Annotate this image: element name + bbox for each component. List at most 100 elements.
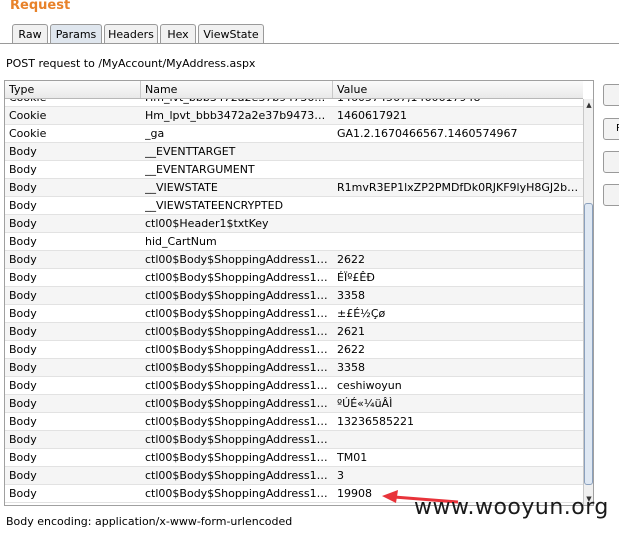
cell-value: ÉÏº£ÊÐ — [337, 271, 375, 284]
tab-divider — [0, 43, 619, 44]
table-row[interactable]: Cookie Hm_lvt_bbb3472a2e37b94736cc9... 146… — [5, 99, 583, 107]
side-button-4[interactable] — [603, 184, 619, 206]
watermark: www.wooyun.org — [414, 495, 609, 520]
table-row[interactable]: Body ctl00$Body$ShoppingAddress1$hd... ±£É… — [5, 305, 583, 323]
table-row[interactable]: Body ctl00$Body$ShoppingAddress1$txt... ce… — [5, 377, 583, 395]
table-row[interactable]: Body ctl00$Body$ShoppingAddress1$txt... 13… — [5, 413, 583, 431]
cell-type: Body — [9, 307, 37, 320]
cell-type: Body — [9, 181, 37, 194]
cell-name: ctl00$Header1$txtKey — [145, 217, 269, 230]
cell-value: ±£É½Çø — [337, 307, 386, 320]
side-button-2[interactable]: P — [603, 118, 619, 140]
table-row[interactable]: Body ctl00$Header1$txtKey — [5, 215, 583, 233]
cell-type: Body — [9, 217, 37, 230]
table-body: Cookie Hm_lvt_bbb3472a2e37b94736cc9... 146… — [5, 99, 583, 505]
tab-headers[interactable]: Headers — [104, 24, 158, 43]
cell-type: Body — [9, 145, 37, 158]
cell-type: Body — [9, 289, 37, 302]
cell-value: 13236585221 — [337, 415, 414, 428]
side-button-3[interactable] — [603, 151, 619, 173]
cell-value: 3 — [337, 469, 344, 482]
cell-value: ceshiwoyun — [337, 379, 402, 392]
cell-name: ctl00$Body$ShoppingAddress1$hd... — [145, 271, 331, 284]
cell-name: __VIEWSTATEENCRYPTED — [145, 199, 284, 212]
table-row[interactable]: Body ctl00$Body$ShoppingAddress1$hd... TM0… — [5, 449, 583, 467]
cell-name: ctl00$Body$ShoppingAddress1$txt... — [145, 379, 331, 392]
table-row[interactable]: Body ctl00$Body$ShoppingAddress1$dr... 262… — [5, 341, 583, 359]
scrollbar-thumb[interactable] — [584, 203, 593, 485]
cell-value: 1460617921 — [337, 109, 407, 122]
table-row[interactable]: Body ctl00$Body$ShoppingAddress1$dr... 335… — [5, 359, 583, 377]
cell-type: Cookie — [9, 127, 47, 140]
column-header-type[interactable]: Type — [5, 81, 141, 98]
cell-type: Body — [9, 397, 37, 410]
tab-hex[interactable]: Hex — [160, 24, 196, 43]
cell-name: ctl00$Body$ShoppingAddress1$hd... — [145, 307, 331, 320]
cell-value — [337, 197, 579, 214]
cell-value: TM01 — [337, 451, 368, 464]
cell-value — [337, 233, 579, 250]
cell-name: Hm_lpvt_bbb3472a2e37b94736cc9... — [145, 109, 331, 122]
cell-value: 2622 — [337, 343, 365, 356]
cell-type: Body — [9, 487, 37, 500]
cell-name: ctl00$Body$ShoppingAddress1$txt... — [145, 415, 331, 428]
cell-name: ctl00$Body$ShoppingAddress1$hd... — [145, 469, 331, 482]
table-row[interactable]: Body __VIEWSTATE R1mvR3EP1lxZP2PMDfDk0RJKF… — [5, 179, 583, 197]
cell-name: ctl00$Body$ShoppingAddress1$dr... — [145, 325, 331, 338]
cell-value — [337, 431, 579, 448]
cell-name: ctl00$Body$ShoppingAddress1$txt... — [145, 397, 331, 410]
tab-raw[interactable]: Raw — [12, 24, 48, 43]
scroll-up-arrow-icon[interactable]: ▲ — [584, 99, 593, 111]
cell-type: Body — [9, 235, 37, 248]
vertical-scrollbar[interactable]: ▲ ▼ — [583, 99, 593, 505]
cell-value: 2622 — [337, 253, 365, 266]
cell-name: ctl00$Body$ShoppingAddress1$hd... — [145, 487, 331, 500]
cell-value: 1460574567,1460617948 — [337, 99, 579, 106]
cell-value — [337, 161, 579, 178]
cell-value: 3358 — [337, 361, 365, 374]
table-row[interactable]: Body ctl00$Body$ShoppingAddress1$hd... ÉÏº… — [5, 269, 583, 287]
cell-type: Body — [9, 325, 37, 338]
cell-value: 2621 — [337, 325, 365, 338]
cell-type: Body — [9, 253, 37, 266]
cell-type: Body — [9, 433, 37, 446]
body-encoding-label: Body encoding: application/x-www-form-ur… — [6, 515, 293, 528]
cell-name: ctl00$Body$ShoppingAddress1$hd... — [145, 451, 331, 464]
cell-value: 3358 — [337, 289, 365, 302]
cell-name: hid_CartNum — [145, 235, 217, 248]
panel-title: Request — [10, 0, 71, 13]
table-row[interactable]: Body ctl00$Body$ShoppingAddress1$hd... 3 — [5, 467, 583, 485]
table-row[interactable]: Body __EVENTARGUMENT — [5, 161, 583, 179]
cell-name: _ga — [145, 127, 165, 140]
cell-value: GA1.2.1670466567.1460574967 — [337, 127, 518, 140]
table-row[interactable]: Body __EVENTTARGET — [5, 143, 583, 161]
cell-name: __VIEWSTATE — [145, 181, 218, 194]
cell-name: ctl00$Body$ShoppingAddress1$dr... — [145, 361, 331, 374]
cell-name: ctl00$Body$ShoppingAddress1$hd... — [145, 289, 331, 302]
cell-type: Body — [9, 163, 37, 176]
request-line: POST request to /MyAccount/MyAddress.asp… — [6, 57, 256, 70]
cell-name: ctl00$Body$ShoppingAddress1$hd... — [145, 253, 331, 266]
table-row[interactable]: Cookie Hm_lpvt_bbb3472a2e37b94736cc9... 14… — [5, 107, 583, 125]
cell-type: Cookie — [9, 109, 47, 122]
cell-name: __EVENTTARGET — [145, 145, 236, 158]
table-row[interactable]: Body __VIEWSTATEENCRYPTED — [5, 197, 583, 215]
cell-type: Body — [9, 271, 37, 284]
column-header-name[interactable]: Name — [141, 81, 333, 98]
cell-type: Body — [9, 343, 37, 356]
tab-params[interactable]: Params — [50, 24, 102, 43]
table-row[interactable]: Body ctl00$Body$ShoppingAddress1$hd... 262… — [5, 251, 583, 269]
cell-type: Body — [9, 379, 37, 392]
table-row[interactable]: Body ctl00$Body$ShoppingAddress1$bt... — [5, 431, 583, 449]
table-row[interactable]: Body hid_CartNum — [5, 233, 583, 251]
table-row[interactable]: Cookie _ga GA1.2.1670466567.1460574967 — [5, 125, 583, 143]
cell-value — [337, 215, 579, 232]
table-row[interactable]: Body ctl00$Body$ShoppingAddress1$txt... ºÚ… — [5, 395, 583, 413]
cell-type: Body — [9, 199, 37, 212]
tab-viewstate[interactable]: ViewState — [198, 24, 264, 43]
table-row[interactable]: Body ctl00$Body$ShoppingAddress1$hd... 335… — [5, 287, 583, 305]
side-button-1[interactable] — [603, 84, 619, 106]
cell-name: ctl00$Body$ShoppingAddress1$dr... — [145, 343, 331, 356]
table-row[interactable]: Body ctl00$Body$ShoppingAddress1$dr... 262… — [5, 323, 583, 341]
column-header-value[interactable]: Value — [333, 81, 583, 98]
